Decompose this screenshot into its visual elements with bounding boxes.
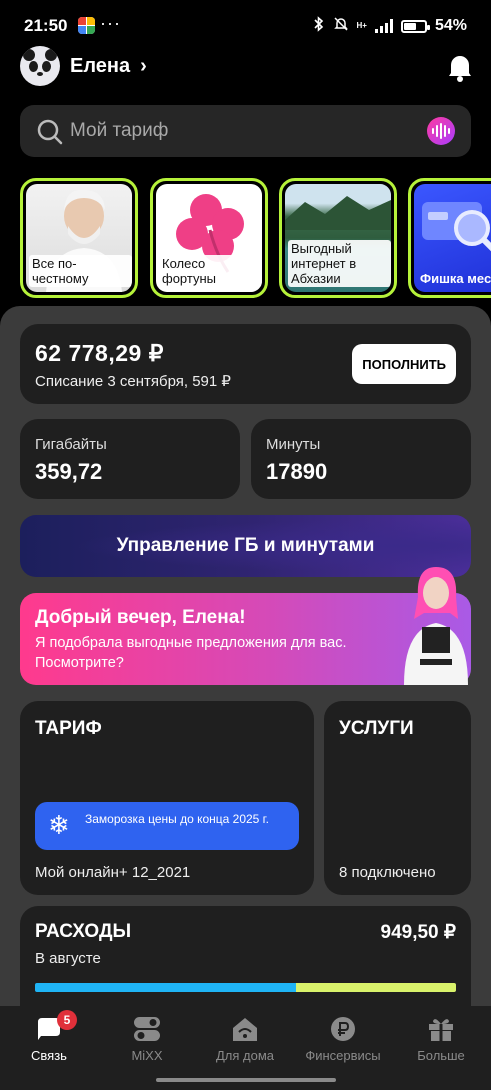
minutes-card[interactable]: Минуты 17890 [251, 419, 471, 499]
price-freeze-badge: ❄ Заморозка цены до конца 2025 г. [35, 802, 299, 850]
next-charge-text: Списание 3 сентября, 591 ₽ [35, 373, 231, 390]
home-wifi-icon [231, 1016, 259, 1042]
expenses-bar-segment [35, 983, 297, 992]
minutes-label: Минуты [266, 436, 321, 453]
magnifier-card-image [422, 202, 491, 252]
profile-button[interactable]: Елена › [20, 46, 147, 86]
search-bar[interactable]: Мой тариф [20, 105, 471, 157]
network-type: H+ [356, 21, 367, 30]
ruble-icon [329, 1016, 357, 1042]
gigabytes-label: Гигабайты [35, 436, 107, 453]
nav-item-more[interactable]: Больше [392, 1016, 490, 1063]
status-bar: 21:50 ··· H+ 54% [0, 0, 491, 52]
expenses-card[interactable]: РАСХОДЫ 949,50 ₽ В августе [20, 906, 471, 1006]
chat-icon: 5 [35, 1010, 77, 1042]
chevron-right-icon: › [140, 54, 147, 77]
services-card[interactable]: УСЛУГИ 8 подключено [324, 701, 471, 895]
story-label: Выгодный интернет в Абхазии [288, 240, 391, 287]
story-label: Колесо фортуны [159, 255, 262, 287]
topup-button[interactable]: ПОПОЛНИТЬ [352, 344, 456, 384]
home-indicator[interactable] [156, 1078, 336, 1082]
nav-label: Больше [417, 1048, 465, 1063]
greeting-title: Добрый вечер, Елена! [35, 607, 246, 628]
gigabytes-card[interactable]: Гигабайты 359,72 [20, 419, 240, 499]
balance-card[interactable]: 62 778,29 ₽ Списание 3 сентября, 591 ₽ П… [20, 324, 471, 404]
nav-label: Для дома [215, 1048, 275, 1063]
balance-amount: 62 778,29 ₽ [35, 340, 164, 366]
nav-label: MiXX [131, 1048, 163, 1063]
avatar [20, 46, 60, 86]
battery-percent: 54% [434, 17, 467, 34]
expenses-bar-segment [296, 983, 456, 992]
profile-name: Елена [70, 54, 131, 77]
nav-label: Финсервисы [305, 1048, 381, 1063]
expenses-bar [35, 983, 456, 992]
services-count: 8 подключено [339, 864, 436, 881]
story-feature-month[interactable]: Фишка месяца [408, 178, 491, 298]
nav-label: Связь [31, 1048, 67, 1063]
voice-assistant-icon[interactable] [427, 117, 455, 145]
greeting-text: Я подобрала выгодные предложения для вас… [35, 635, 347, 671]
signal-icon [374, 19, 393, 33]
toggle-icon [133, 1016, 161, 1042]
story-label: Все по-честному [29, 255, 132, 287]
muted-bell-icon [333, 16, 349, 36]
nav-item-home[interactable]: Для дома [196, 1016, 294, 1063]
story-honest[interactable]: Все по-честному [20, 178, 138, 298]
nav-item-finservices[interactable]: Финсервисы [294, 1016, 392, 1063]
battery-icon [400, 19, 430, 33]
bluetooth-icon [313, 16, 325, 36]
story-label: Фишка месяца [420, 271, 491, 286]
services-title: УСЛУГИ [339, 718, 414, 739]
search-input[interactable]: Мой тариф [70, 120, 168, 142]
expenses-amount: 949,50 ₽ [380, 922, 456, 943]
snowflake-icon: ❄ [48, 810, 70, 840]
status-time: 21:50 [24, 16, 68, 35]
photos-app-icon [78, 17, 95, 34]
gift-icon [427, 1016, 455, 1042]
expenses-period: В августе [35, 950, 101, 967]
tariff-title: ТАРИФ [35, 718, 102, 739]
tariff-name: Мой онлайн+ 12_2021 [35, 864, 191, 881]
story-fortune-wheel[interactable]: Колесо фортуны [150, 178, 268, 298]
stories-carousel[interactable]: Все по-честному Колесо фортуны Выгодный … [20, 178, 491, 298]
manage-label: Управление ГБ и минутами [116, 535, 375, 556]
price-freeze-text: Заморозка цены до конца 2025 г. [85, 812, 269, 826]
notification-badge: 5 [57, 1010, 77, 1030]
tariff-card[interactable]: ТАРИФ ❄ Заморозка цены до конца 2025 г. … [20, 701, 314, 895]
story-abkhazia-internet[interactable]: Выгодный интернет в Абхазии [279, 178, 397, 298]
bottom-nav: 5 Связь MiXX Для дома Финсервисы Больше [0, 1006, 491, 1090]
search-icon [37, 119, 63, 150]
more-notifications-icon: ··· [100, 13, 121, 33]
nav-item-svyaz[interactable]: 5 Связь [0, 1010, 98, 1063]
gigabytes-value: 359,72 [35, 459, 103, 484]
assistant-avatar-image [404, 567, 468, 685]
nav-item-mixx[interactable]: MiXX [98, 1016, 196, 1063]
expenses-title: РАСХОДЫ [35, 921, 132, 942]
minutes-value: 17890 [266, 459, 328, 484]
notifications-bell-icon[interactable] [447, 52, 473, 82]
